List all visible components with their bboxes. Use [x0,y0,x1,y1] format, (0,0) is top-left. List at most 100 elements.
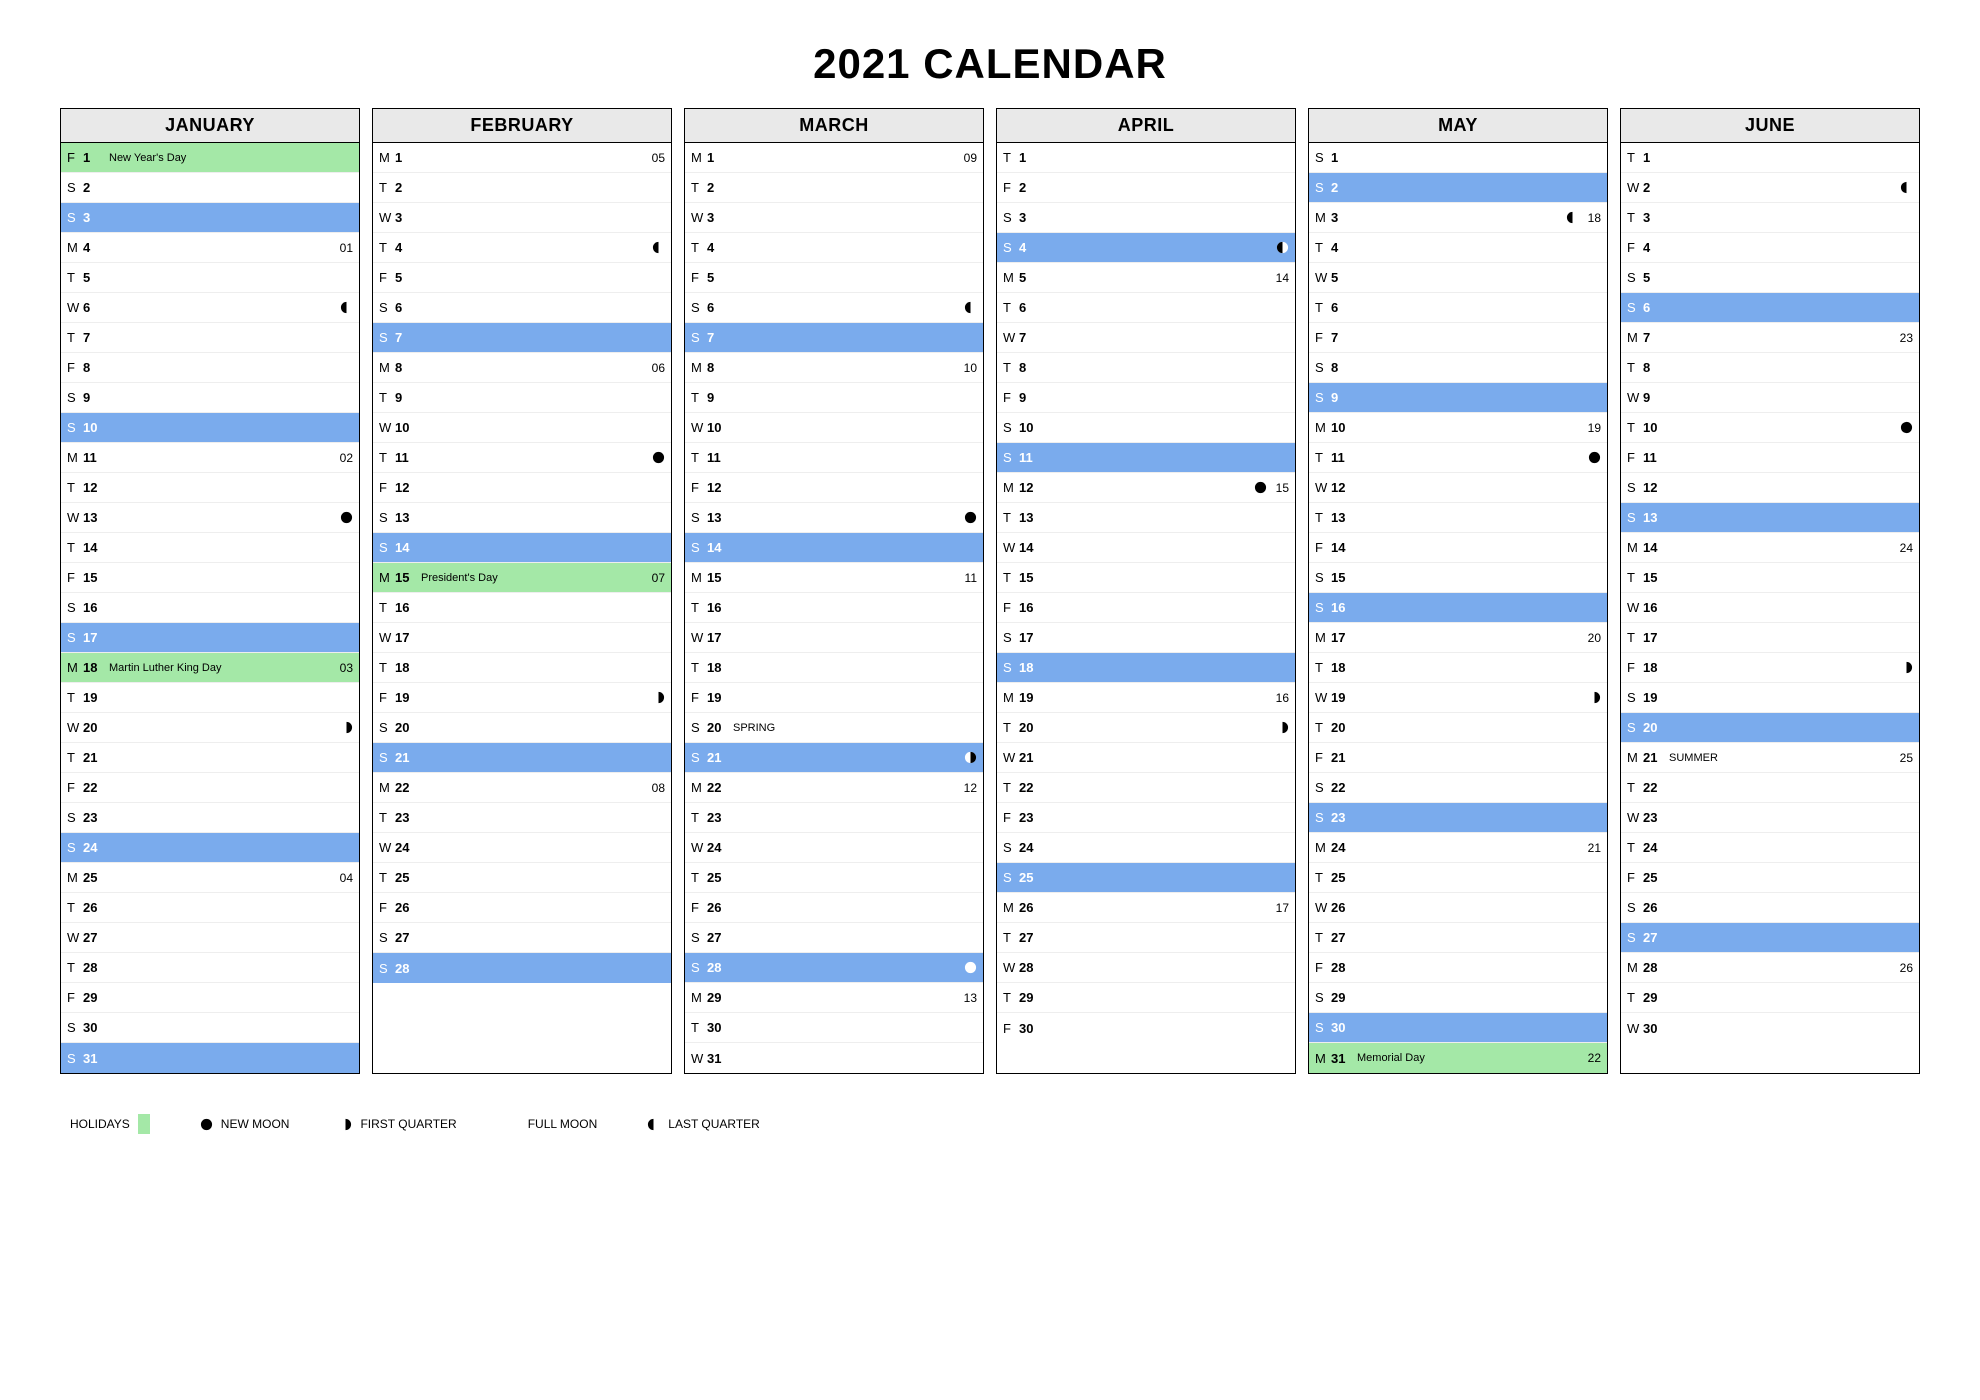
week-number: 16 [1273,691,1289,705]
day-of-week: W [67,300,83,315]
week-number: 14 [1273,271,1289,285]
day-number: 15 [83,570,103,585]
day-right [1900,661,1913,674]
day-right: 03 [337,661,353,675]
day-row: M2913 [685,983,983,1013]
day-number: 12 [707,480,727,495]
day-of-week: T [1315,510,1331,525]
day-row: F14 [1309,533,1607,563]
day-of-week: S [1315,810,1331,825]
day-row: S20 [1621,713,1919,743]
day-row: T1 [997,143,1295,173]
week-number: 10 [961,361,977,375]
day-of-week: T [1315,660,1331,675]
day-row: S24 [61,833,359,863]
day-number: 22 [1643,780,1663,795]
day-right: 13 [961,991,977,1005]
day-number: 25 [1643,870,1663,885]
day-number: 23 [83,810,103,825]
day-row: S8 [1309,353,1607,383]
day-row: S21 [373,743,671,773]
day-of-week: F [1315,330,1331,345]
day-row: S11 [997,443,1295,473]
legend: HOLIDAYS NEW MOON FIRST QUARTER FULL MOO… [60,1114,1920,1134]
week-number: 20 [1585,631,1601,645]
day-of-week: W [1627,180,1643,195]
day-right: 16 [1273,691,1289,705]
last-quarter-icon [647,1118,660,1131]
day-row: W19 [1309,683,1607,713]
day-row: S9 [61,383,359,413]
day-number: 7 [395,330,415,345]
day-number: 10 [1331,420,1351,435]
day-row: W10 [685,413,983,443]
day-row: S10 [997,413,1295,443]
day-of-week: S [67,600,83,615]
day-of-week: S [67,1020,83,1035]
day-number: 8 [395,360,415,375]
day-row: S7 [685,323,983,353]
day-number: 2 [1331,180,1351,195]
full-moon-icon [1588,901,1601,914]
day-number: 11 [83,450,103,465]
day-right: 26 [1897,961,1913,975]
day-number: 14 [83,540,103,555]
day-of-week: F [1627,240,1643,255]
day-event: SPRING [733,722,775,734]
day-of-week: T [1627,360,1643,375]
day-of-week: F [379,270,395,285]
day-number: 28 [395,961,415,976]
day-of-week: W [1315,270,1331,285]
day-of-week: S [379,720,395,735]
day-row: S14 [373,533,671,563]
day-row: M31Memorial Day22 [1309,1043,1607,1073]
day-row: M18Martin Luther King Day03 [61,653,359,683]
month-header: FEBRUARY [373,109,671,143]
day-of-week: S [1003,870,1019,885]
day-number: 5 [1643,270,1663,285]
day-number: 9 [1019,390,1039,405]
day-row: T8 [1621,353,1919,383]
day-row: W17 [373,623,671,653]
day-number: 6 [395,300,415,315]
day-row: T16 [685,593,983,623]
day-of-week: T [1003,360,1019,375]
day-of-week: S [1627,510,1643,525]
day-number: 20 [707,720,727,735]
day-row: W21 [997,743,1295,773]
full-moon-icon [1276,931,1289,944]
day-of-week: T [379,810,395,825]
day-of-week: T [1003,570,1019,585]
week-number: 13 [961,991,977,1005]
day-number: 9 [1643,390,1663,405]
day-of-week: S [691,540,707,555]
first-moon-icon [652,691,665,704]
month-column: JUNET1W2T3F4S5S6M723T8W9T10F11S12S13M142… [1620,108,1920,1074]
day-of-week: W [379,630,395,645]
day-number: 13 [1331,510,1351,525]
day-row: T8 [997,353,1295,383]
day-number: 30 [1331,1020,1351,1035]
day-number: 5 [1331,270,1351,285]
day-row: M2208 [373,773,671,803]
day-row: W6 [61,293,359,323]
day-of-week: F [1627,450,1643,465]
day-row: W27 [61,923,359,953]
day-of-week: S [691,750,707,765]
new-moon-icon [1900,421,1913,434]
day-row: M1511 [685,563,983,593]
day-number: 29 [83,990,103,1005]
day-of-week: S [379,510,395,525]
day-number: 8 [707,360,727,375]
week-number: 11 [961,571,977,585]
day-row: T26 [61,893,359,923]
day-row: S13 [1621,503,1919,533]
day-number: 24 [1643,840,1663,855]
day-number: 24 [1331,840,1351,855]
day-row: T25 [1309,863,1607,893]
day-row: T1 [1621,143,1919,173]
day-number: 15 [707,570,727,585]
day-row: M2421 [1309,833,1607,863]
day-of-week: W [1003,330,1019,345]
day-row: F26 [373,893,671,923]
